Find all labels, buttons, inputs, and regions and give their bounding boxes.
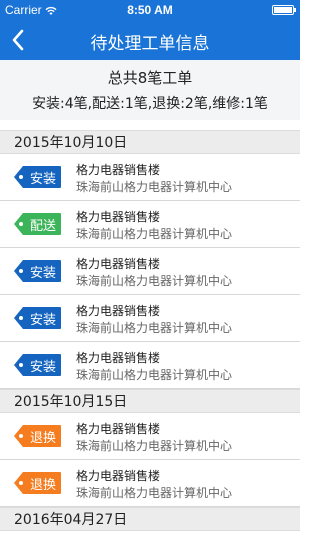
order-type-label: 安装 (29, 266, 56, 281)
status-bar: Carrier 8:50 AM (0, 0, 300, 20)
order-type-tag: 安装 (12, 165, 62, 189)
order-type-tag: 安装 (12, 353, 62, 377)
order-name: 格力电器销售楼 (76, 469, 161, 483)
order-address: 珠海前山格力电器计算机中心 (76, 486, 233, 500)
date-header: 2016年04月27日 (0, 507, 300, 531)
date-header: 2015年10月10日 (0, 130, 300, 154)
order-row[interactable]: 安装 格力电器销售楼珠海前山格力电器计算机中心 (0, 154, 300, 201)
order-type-label: 安装 (29, 360, 56, 375)
order-row[interactable]: 安装 格力电器销售楼珠海前山格力电器计算机中心 (0, 342, 300, 389)
order-type-tag: 退换 (12, 424, 62, 448)
order-name: 格力电器销售楼 (76, 257, 161, 271)
order-type-tag: 配送 (12, 212, 62, 236)
order-name: 格力电器销售楼 (76, 163, 161, 177)
order-type-label: 配送 (29, 219, 56, 234)
order-address: 珠海前山格力电器计算机中心 (76, 180, 233, 194)
order-name: 格力电器销售楼 (76, 210, 161, 224)
order-row[interactable]: 退换 格力电器销售楼珠海前山格力电器计算机中心 (0, 460, 300, 507)
order-name: 格力电器销售楼 (76, 304, 161, 318)
order-type-label: 退换 (29, 431, 56, 446)
order-name: 格力电器销售楼 (76, 422, 161, 436)
page-title: 待处理工单信息 (90, 34, 210, 54)
order-row[interactable]: 配送 格力电器销售楼珠海前山格力电器计算机中心 (0, 201, 300, 248)
order-row[interactable]: 安装 格力电器销售楼珠海前山格力电器计算机中心 (0, 295, 300, 342)
order-type-tag: 退换 (12, 471, 62, 495)
order-type-tag: 安装 (12, 259, 62, 283)
order-row[interactable]: 退换 格力电器销售楼珠海前山格力电器计算机中心 (0, 413, 300, 460)
order-address: 珠海前山格力电器计算机中心 (76, 274, 233, 288)
order-address: 珠海前山格力电器计算机中心 (76, 439, 233, 453)
date-header: 2015年10月15日 (0, 389, 300, 413)
order-list: 2015年10月10日 安装 格力电器销售楼 珠海前山格力电器计算机中心 配送 格力电器销… (0, 130, 300, 531)
order-name: 格力电器销售楼 (76, 351, 161, 365)
nav-bar: 待处理工单信息 (0, 20, 300, 60)
summary-panel: 总共8笔工单 安装:4笔,配送:1笔,退换:2笔,维修:1笔 (0, 60, 300, 120)
order-type-tag: 安装 (12, 306, 62, 330)
order-type-label: 退换 (29, 478, 56, 493)
order-address: 珠海前山格力电器计算机中心 (76, 227, 233, 241)
order-address: 珠海前山格力电器计算机中心 (76, 321, 233, 335)
battery-icon (272, 5, 296, 15)
order-type-label: 安装 (29, 313, 56, 328)
order-row[interactable]: 安装 格力电器销售楼珠海前山格力电器计算机中心 (0, 248, 300, 295)
summary-breakdown: 安装:4笔,配送:1笔,退换:2笔,维修:1笔 (32, 96, 268, 112)
order-address: 珠海前山格力电器计算机中心 (76, 368, 233, 382)
order-type-label: 安装 (29, 172, 56, 187)
summary-total: 总共8笔工单 (107, 69, 193, 87)
status-time: 8:50 AM (127, 3, 173, 17)
